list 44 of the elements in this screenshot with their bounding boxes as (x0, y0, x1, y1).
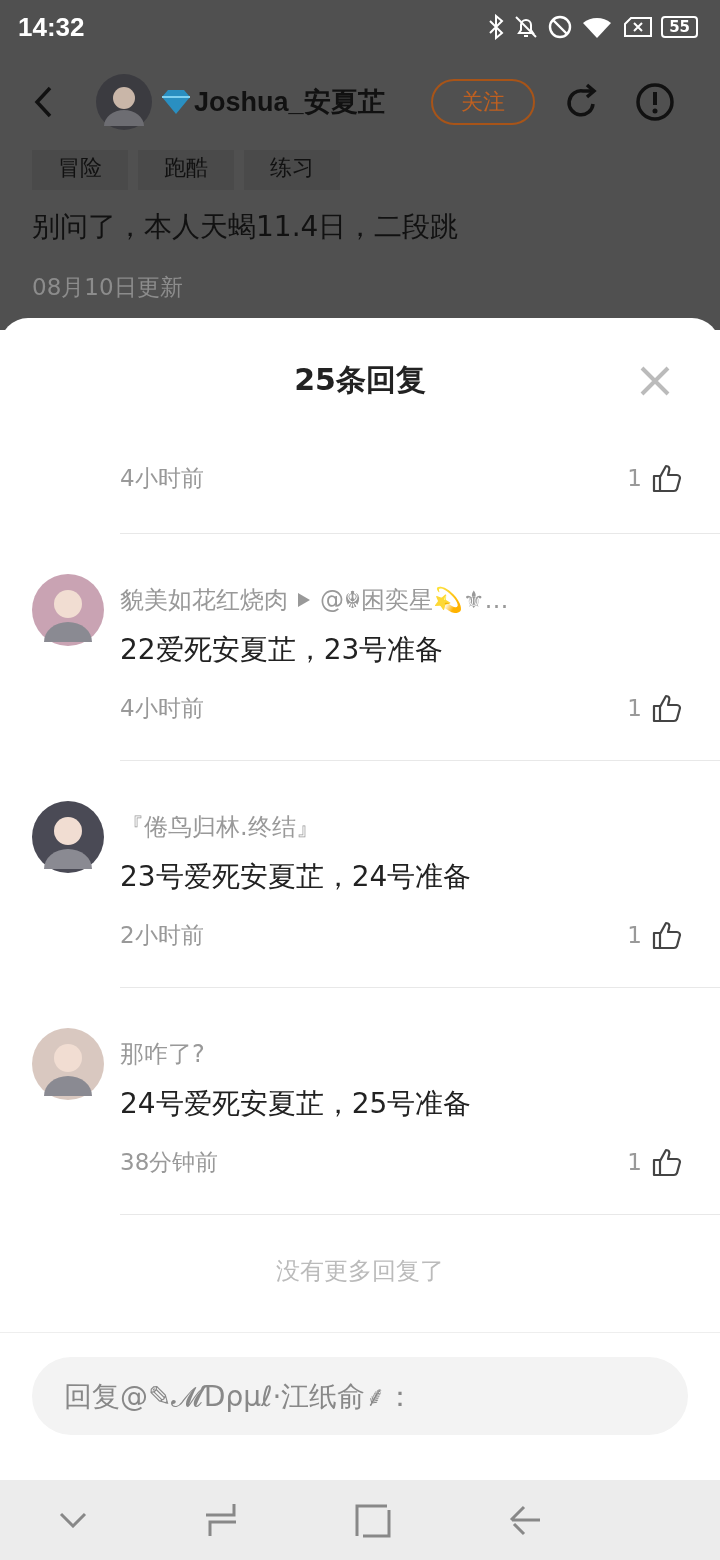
username[interactable]: Joshua_安夏芷 (194, 84, 385, 120)
reply-text: 22爱死安夏芷，23号准备 (120, 632, 445, 668)
follow-button[interactable]: 关注 (430, 79, 535, 125)
like-count: 1 (627, 922, 642, 948)
reply-target[interactable]: @☬困奕星💫⚜… (320, 584, 509, 616)
sheet-title: 25条回复 (294, 360, 426, 399)
tag-chip[interactable]: 练习 (244, 150, 340, 190)
end-of-list-text: 没有更多回复了 (0, 1255, 720, 1333)
reply-text: 24号爱死安夏芷，25号准备 (120, 1086, 473, 1122)
avatar[interactable] (32, 801, 104, 873)
reply-time: 2小时前 (120, 920, 205, 950)
back-arrow-icon[interactable] (507, 1504, 542, 1536)
tag-chip[interactable]: 跑酷 (138, 150, 234, 190)
play-icon (298, 593, 310, 607)
reply-time: 4小时前 (120, 463, 205, 493)
bluetooth-icon (487, 14, 506, 40)
like-count: 1 (627, 695, 642, 721)
reply-input-field[interactable]: 回复@✎𝓜Ɗρμℓ·江纸俞⸙： (32, 1357, 688, 1435)
close-icon[interactable] (640, 366, 670, 396)
report-icon[interactable] (634, 82, 675, 122)
home-icon[interactable] (354, 1502, 391, 1538)
status-time: 14:32 (18, 11, 85, 43)
reply-time: 38分钟前 (120, 1147, 220, 1177)
thumbs-up-icon[interactable] (652, 693, 682, 723)
thumbs-up-icon[interactable] (652, 463, 682, 493)
thumbs-up-icon[interactable] (652, 920, 682, 950)
no-sim-icon (623, 16, 654, 38)
like-count: 1 (627, 1149, 642, 1175)
chevron-down-icon[interactable] (58, 1512, 87, 1528)
reply-text: 23号爱死安夏芷，24号准备 (120, 859, 473, 895)
do-not-disturb-icon (547, 14, 574, 40)
recent-apps-icon[interactable] (203, 1502, 238, 1538)
battery-indicator: 55 (661, 16, 698, 38)
diamond-icon (160, 88, 192, 116)
avatar[interactable] (96, 74, 152, 130)
post-text: 别问了，本人天蝎11.4日，二段跳 (32, 209, 460, 245)
update-date: 08月10日更新 (32, 273, 183, 302)
reply-author[interactable]: 貌美如花红烧肉 (120, 584, 288, 616)
reply-author[interactable]: 『倦鸟归林.终结』 (120, 811, 320, 843)
tag-chip[interactable]: 冒险 (32, 150, 128, 190)
thumbs-up-icon[interactable] (652, 1147, 682, 1177)
reply-author[interactable]: 那咋了? (120, 1038, 205, 1070)
reply-time: 4小时前 (120, 693, 205, 723)
like-count: 1 (627, 465, 642, 491)
